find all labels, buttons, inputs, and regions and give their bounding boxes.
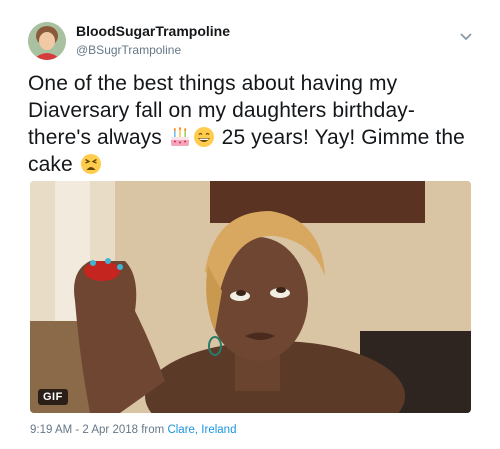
birthday-cake-icon <box>169 126 191 148</box>
handle[interactable]: @BSugrTrampoline <box>76 42 230 58</box>
location-link[interactable]: Clare, Ireland <box>167 424 236 436</box>
timestamp[interactable]: 9:19 AM - 2 Apr 2018 <box>30 424 138 436</box>
chevron-down-icon[interactable] <box>458 30 474 42</box>
avatar[interactable] <box>28 22 66 60</box>
grinning-face-icon <box>193 126 215 148</box>
gif-badge: GIF <box>38 389 68 405</box>
display-name[interactable]: BloodSugarTrampoline <box>76 22 230 40</box>
weary-face-icon <box>80 153 102 175</box>
author-info[interactable]: BloodSugarTrampoline @BSugrTrampoline <box>76 22 230 58</box>
from-label: from <box>138 424 168 436</box>
gif-media[interactable]: GIF <box>30 181 471 413</box>
tweet-meta: 9:19 AM - 2 Apr 2018 from Clare, Ireland <box>30 424 236 436</box>
tweet-card: BloodSugarTrampoline @BSugrTrampoline On… <box>0 0 500 449</box>
tweet-text: One of the best things about having my D… <box>28 70 474 178</box>
